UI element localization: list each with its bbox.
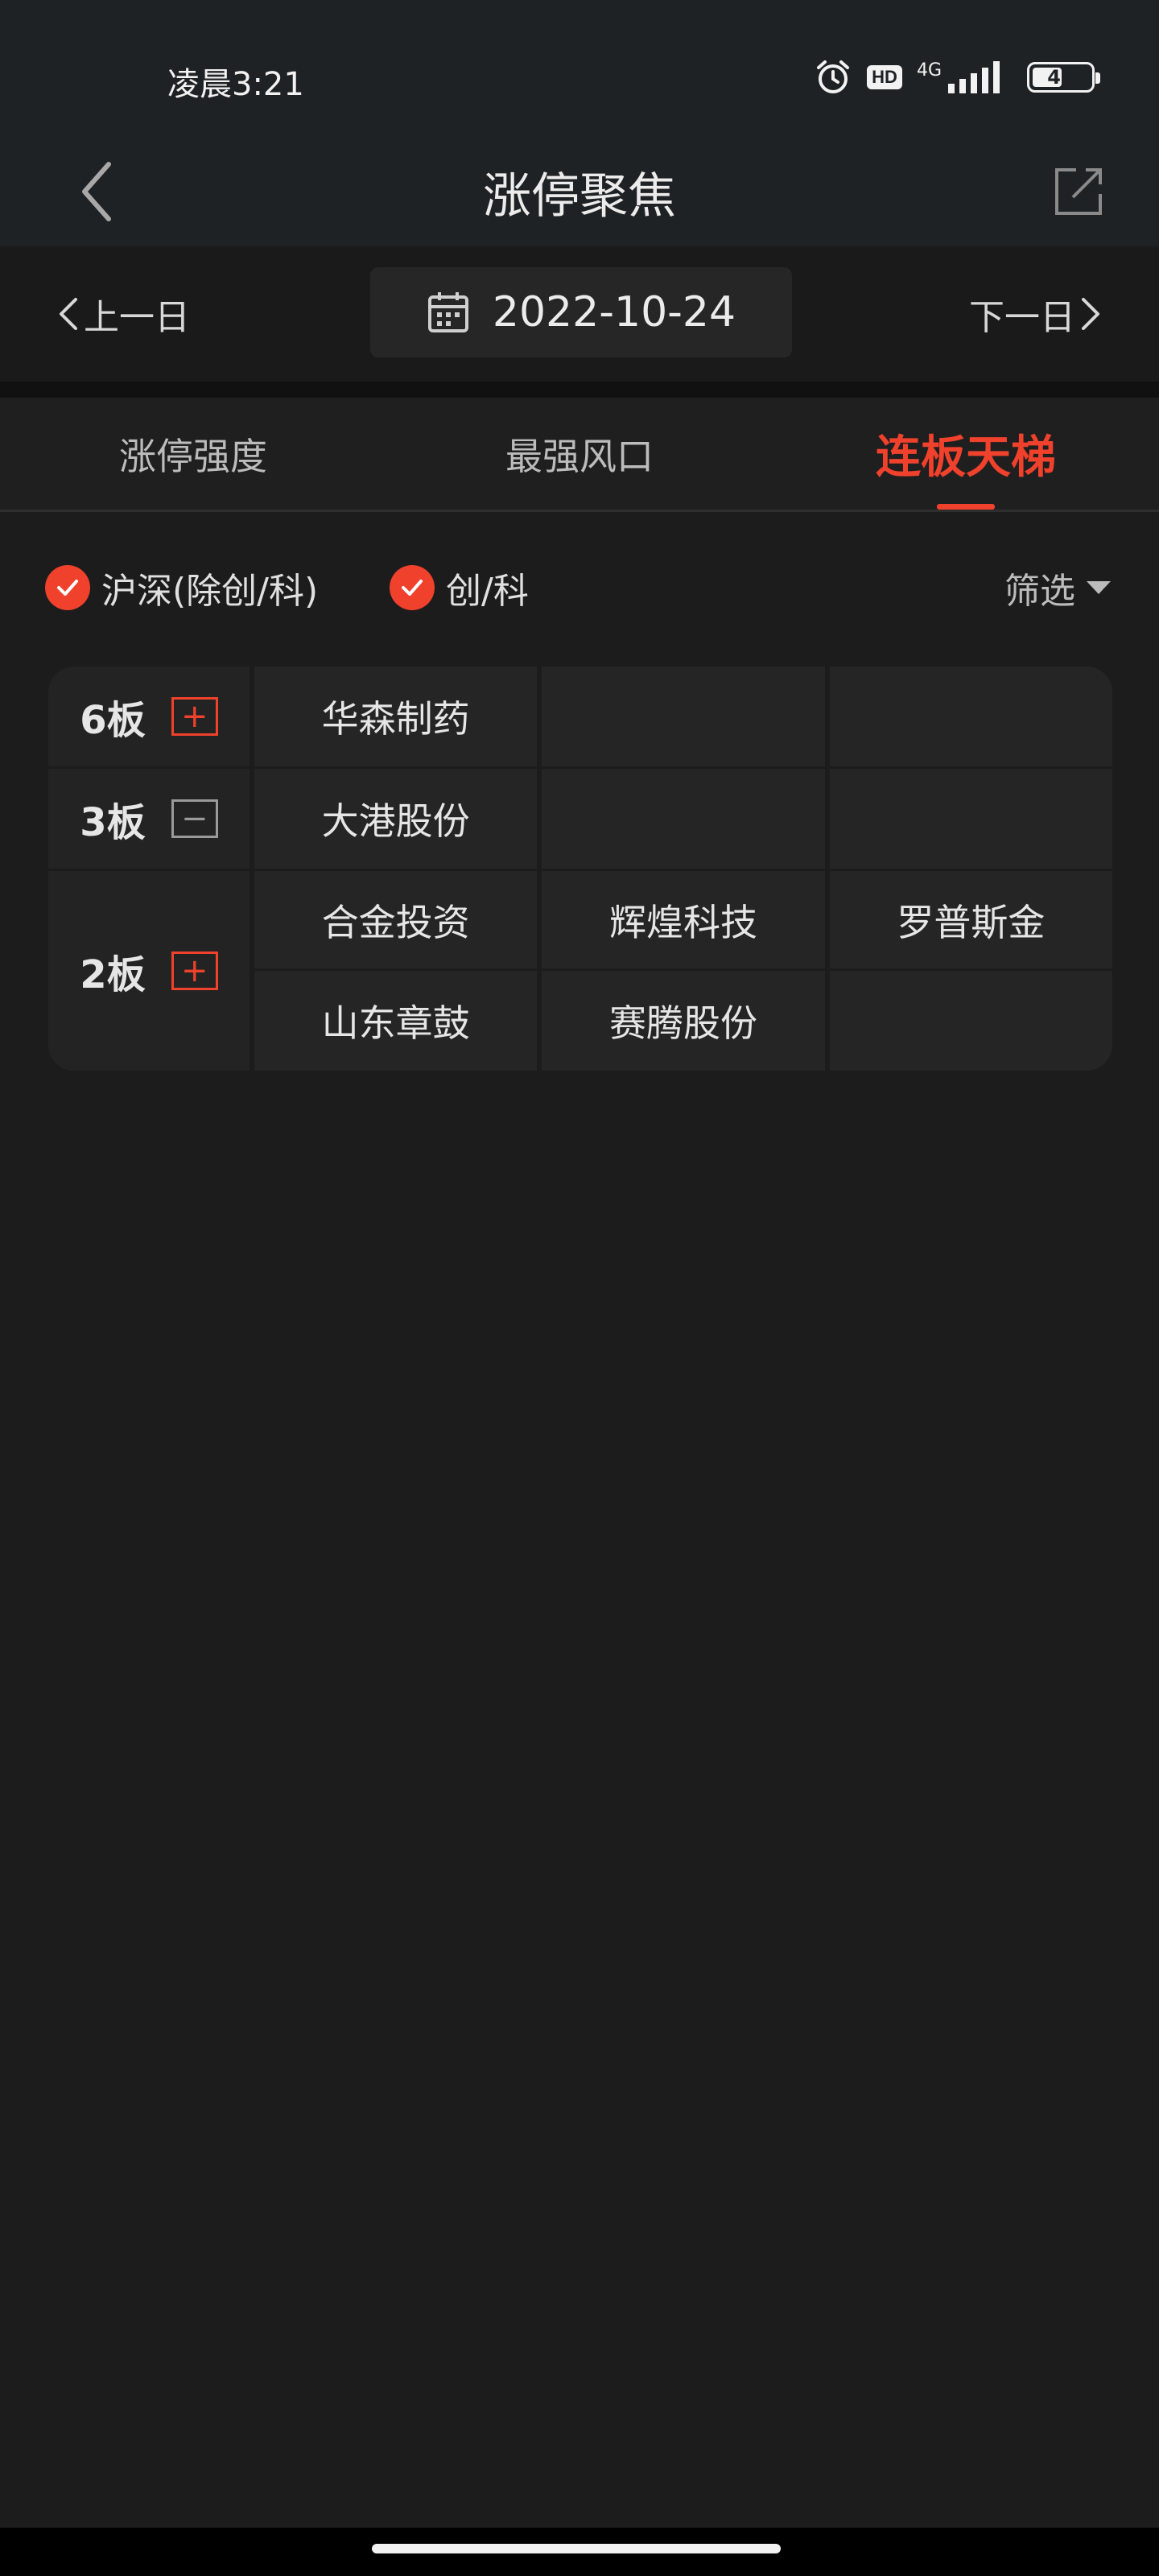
chevron-right-icon — [1082, 298, 1099, 330]
chevron-left-icon — [60, 298, 77, 330]
stock-row: 合金投资 辉煌科技 罗普斯金 — [254, 871, 1112, 971]
caret-down-icon — [1087, 581, 1111, 594]
calendar-icon — [427, 292, 468, 332]
tab-bar: 涨停强度 最强风口 连板天梯 — [0, 398, 1159, 512]
filter-dropdown-button[interactable]: 筛选 — [1004, 562, 1111, 613]
stock-cell[interactable]: 赛腾股份 — [542, 971, 830, 1071]
board-cell: 3板 − — [48, 769, 254, 869]
app-header: 涨停聚焦 — [0, 137, 1159, 246]
filter-gem-star-checkbox[interactable]: 创/科 — [390, 562, 529, 613]
prev-day-button[interactable]: 上一日 — [58, 246, 190, 382]
section-divider — [0, 382, 1159, 398]
battery-level: 45 — [1047, 66, 1074, 89]
stock-cell[interactable]: 山东章鼓 — [254, 971, 542, 1071]
filter-label: 沪深(除创/科) — [101, 571, 319, 612]
next-day-button[interactable]: 下一日 — [969, 246, 1101, 382]
stock-cell-empty — [829, 769, 1112, 869]
status-bar: 凌晨3:21 HD 4G 45 — [0, 0, 1159, 137]
ladder-table: 6板 + 华森制药 3板 − 大港股份 2板 + 合金投资 辉煌科技 罗普斯金 … — [48, 667, 1112, 1071]
tab-strongest-trend[interactable]: 最强风口 — [410, 398, 749, 510]
tab-label: 连板天梯 — [876, 431, 1056, 484]
tab-label: 最强风口 — [505, 434, 654, 478]
share-icon — [1055, 168, 1102, 215]
share-button[interactable] — [1038, 153, 1119, 230]
board-label: 2板 — [80, 952, 146, 997]
stock-cell[interactable]: 华森制药 — [254, 667, 542, 766]
board-cell: 6板 + — [48, 667, 254, 766]
ladder-group-3: 3板 − 大港股份 — [48, 769, 1112, 871]
filter-dropdown-label: 筛选 — [1004, 571, 1075, 612]
board-cell: 2板 + — [48, 871, 254, 1071]
network-label: 4G — [916, 60, 942, 80]
tab-consecutive-ladder[interactable]: 连板天梯 — [797, 398, 1135, 510]
stock-cell[interactable]: 罗普斯金 — [829, 871, 1112, 968]
filter-label: 创/科 — [446, 571, 529, 612]
stock-row: 华森制药 — [254, 667, 1112, 766]
stock-row: 大港股份 — [254, 769, 1112, 869]
alarm-icon — [817, 60, 850, 93]
stock-cell-empty — [829, 667, 1112, 766]
stock-cell[interactable]: 合金投资 — [254, 871, 542, 968]
status-time: 凌晨3:21 — [167, 66, 304, 103]
checkmark-icon — [390, 565, 435, 610]
filter-row: 沪深(除创/科) 创/科 筛选 — [0, 515, 1159, 660]
status-icons: HD 4G 45 — [814, 55, 1100, 100]
stock-cell[interactable]: 辉煌科技 — [542, 871, 830, 968]
stock-cell-empty — [542, 769, 830, 869]
stock-cell-empty — [542, 667, 830, 766]
prev-day-label: 上一日 — [84, 297, 190, 338]
collapse-icon[interactable]: − — [171, 799, 218, 838]
next-day-label: 下一日 — [969, 297, 1075, 338]
checkmark-icon — [45, 565, 90, 610]
expand-icon[interactable]: + — [171, 697, 218, 736]
page-title: 涨停聚焦 — [483, 167, 676, 225]
board-label: 3板 — [80, 800, 146, 845]
date-navigation: 上一日 2022-10-24 下一日 — [0, 246, 1159, 382]
board-label: 6板 — [80, 698, 146, 743]
active-tab-indicator — [937, 504, 995, 510]
signal-icon — [948, 61, 1000, 93]
ladder-group-6: 6板 + 华森制药 — [48, 667, 1112, 769]
ladder-group-2: 2板 + 合金投资 辉煌科技 罗普斯金 山东章鼓 赛腾股份 — [48, 871, 1112, 1071]
hd-badge: HD — [867, 65, 902, 89]
selected-date: 2022-10-24 — [492, 288, 736, 336]
stock-cell-empty — [829, 971, 1112, 1071]
stock-cell[interactable]: 大港股份 — [254, 769, 542, 869]
battery-icon: 45 — [1027, 62, 1100, 93]
date-picker[interactable]: 2022-10-24 — [370, 267, 792, 357]
tab-label: 涨停强度 — [119, 434, 267, 478]
stock-row: 山东章鼓 赛腾股份 — [254, 971, 1112, 1071]
home-indicator[interactable] — [372, 2544, 781, 2553]
tab-limit-up-strength[interactable]: 涨停强度 — [24, 398, 362, 510]
expand-icon[interactable]: + — [171, 952, 218, 990]
filter-sh-sz-checkbox[interactable]: 沪深(除创/科) — [45, 562, 318, 613]
